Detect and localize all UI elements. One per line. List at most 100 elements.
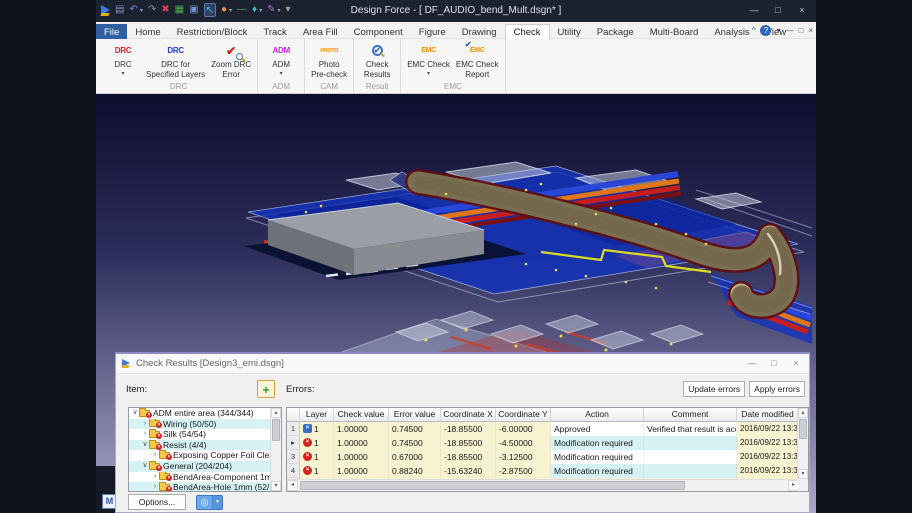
- undo-icon[interactable]: ↶: [129, 3, 137, 17]
- comment-dropdown-icon[interactable]: ▾: [229, 7, 232, 14]
- apply-errors-button[interactable]: Apply errors: [749, 381, 805, 397]
- header-coordinate-x[interactable]: Coordinate X: [441, 408, 496, 422]
- tree-item-wiring[interactable]: › × Wiring (50/50): [129, 419, 270, 430]
- dialog-close-button[interactable]: ×: [785, 354, 807, 372]
- error-row[interactable]: 3 ×1 1.00000 0.67000 -18.85500 -3.12500 …: [287, 450, 799, 464]
- ink-dropdown-icon[interactable]: ▾: [259, 7, 262, 14]
- table-vertical-scrollbar[interactable]: ▴ ▾: [797, 408, 808, 479]
- zoom-drc-error-icon: ✔: [211, 41, 251, 60]
- tree-item-general[interactable]: ∨ × General (204/204): [129, 461, 270, 472]
- cell-comment[interactable]: Verified that result is accepta: [644, 422, 737, 436]
- tree-item-exposing-copper-foil[interactable]: › × Exposing Copper Foil Clear...: [129, 450, 270, 461]
- cell-action[interactable]: Modification required: [551, 436, 644, 450]
- scrollbar-thumb[interactable]: [799, 419, 807, 439]
- scroll-up-icon[interactable]: ▴: [271, 408, 281, 418]
- tree-item-bendarea-hole[interactable]: › × BendArea-Hole 1mm (52/52): [129, 482, 270, 492]
- help-dropdown-icon[interactable]: ▾: [776, 26, 780, 35]
- adm-button[interactable]: ADM ADM ▾: [261, 41, 301, 81]
- delete-error-icon[interactable]: ✖: [161, 3, 169, 17]
- header-coordinate-y[interactable]: Coordinate Y: [496, 408, 551, 422]
- error-row[interactable]: 1 ×1 1.00000 0.74500 -18.85500 -6.00000 …: [287, 422, 799, 436]
- zoom-drc-error-button[interactable]: ✔ Zoom DRC Error: [208, 41, 254, 81]
- chevron-collapsed-icon[interactable]: ›: [151, 472, 159, 483]
- tree-item-adm-entire-area[interactable]: ∨ × ADM entire area (344/344): [129, 408, 270, 419]
- table-horizontal-scrollbar[interactable]: ◂ ▸: [287, 479, 799, 491]
- header-error-value[interactable]: Error value: [389, 408, 441, 422]
- help-icon[interactable]: ?: [760, 25, 771, 36]
- qat-overflow-icon[interactable]: ▾: [286, 3, 291, 17]
- scroll-left-icon[interactable]: ◂: [287, 480, 298, 491]
- chevron-collapsed-icon[interactable]: ›: [151, 450, 159, 461]
- doc-close-button[interactable]: ×: [808, 26, 813, 35]
- ribbon-collapse-icon[interactable]: ^: [752, 26, 756, 35]
- save-icon[interactable]: ▤: [115, 3, 124, 17]
- emc-check-report-button[interactable]: EMC✔ EMC Check Report: [453, 41, 502, 81]
- brush-icon[interactable]: ✎: [267, 3, 275, 17]
- emc-dropdown-icon[interactable]: ▾: [427, 70, 430, 78]
- photo-precheck-button[interactable]: PHOTO Photo Pre-check: [308, 41, 350, 81]
- comment-icon[interactable]: ●: [221, 3, 227, 17]
- window-maximize-button[interactable]: □: [766, 0, 790, 20]
- cell-comment[interactable]: [644, 436, 737, 450]
- emc-check-button[interactable]: EMC EMC Check ▾: [404, 41, 453, 81]
- check-results-button[interactable]: ✔ Check Results: [357, 41, 397, 81]
- scroll-down-icon[interactable]: ▾: [798, 469, 808, 479]
- scrollbar-thumb[interactable]: [300, 481, 685, 490]
- error-row[interactable]: 4 ×1 1.00000 0.88240 -15.63240 -2.87500 …: [287, 464, 799, 478]
- scroll-up-icon[interactable]: ▴: [798, 408, 808, 418]
- chevron-expanded-icon[interactable]: ∨: [131, 408, 139, 419]
- options-button[interactable]: Options...: [128, 494, 186, 510]
- pattern-grid-icon[interactable]: ▦: [175, 3, 184, 17]
- tree-item-bendarea-component[interactable]: › × BendArea-Component 1m...: [129, 472, 270, 483]
- cell-action[interactable]: Modification required: [551, 450, 644, 464]
- zoom-tool-icon[interactable]: ◎: [197, 496, 212, 509]
- update-errors-button[interactable]: Update errors: [683, 381, 745, 397]
- scroll-down-icon[interactable]: ▾: [271, 481, 281, 491]
- cell-comment[interactable]: [644, 464, 737, 478]
- zoom-tool-split-button[interactable]: ◎ ▾: [196, 495, 223, 510]
- brush-dropdown-icon[interactable]: ▾: [278, 7, 281, 14]
- app-logo-icon[interactable]: [101, 5, 110, 15]
- dialog-maximize-button[interactable]: □: [763, 354, 785, 372]
- cell-action[interactable]: Modification required: [551, 464, 644, 478]
- chevron-expanded-icon[interactable]: ∨: [141, 440, 149, 451]
- header-action[interactable]: Action: [551, 408, 644, 422]
- chevron-collapsed-icon[interactable]: ›: [141, 419, 149, 430]
- header-comment[interactable]: Comment: [644, 408, 737, 422]
- cell-error-value: 0.67000: [389, 450, 441, 464]
- scrollbar-thumb[interactable]: [272, 419, 280, 441]
- window-minimize-button[interactable]: —: [742, 0, 766, 20]
- chevron-collapsed-icon[interactable]: ›: [141, 429, 149, 440]
- header-date-modified[interactable]: Date modified: [737, 408, 799, 422]
- zoom-tool-dropdown-icon[interactable]: ▾: [212, 496, 222, 509]
- header-layer[interactable]: Layer: [300, 408, 334, 422]
- redo-icon[interactable]: ↷: [148, 3, 156, 17]
- header-row-selector[interactable]: [287, 408, 300, 422]
- tree-item-resist[interactable]: ∨ × Resist (4/4): [129, 440, 270, 451]
- drc-button[interactable]: DRC DRC ▾: [103, 41, 143, 81]
- chevron-collapsed-icon[interactable]: ›: [151, 482, 159, 492]
- error-status-icon: ×: [303, 452, 312, 461]
- chevron-expanded-icon[interactable]: ∨: [141, 461, 149, 472]
- zoom-window-icon[interactable]: ▣: [189, 3, 198, 17]
- drc-dropdown-icon[interactable]: ▾: [121, 70, 124, 78]
- cell-comment[interactable]: [644, 450, 737, 464]
- drc-specified-layers-button[interactable]: DRC DRC for Specified Layers: [143, 41, 208, 81]
- cell-check-value: 1.00000: [334, 436, 389, 450]
- tree-item-silk[interactable]: › × Silk (54/54): [129, 429, 270, 440]
- error-row-current[interactable]: ▸ ×1 1.00000 0.74500 -18.85500 -4.50000 …: [287, 436, 799, 450]
- undo-dropdown-icon[interactable]: ▾: [140, 7, 143, 14]
- dialog-minimize-button[interactable]: —: [741, 354, 763, 372]
- tree-scrollbar[interactable]: ▴ ▾: [270, 408, 281, 491]
- cell-action[interactable]: Approved: [551, 422, 644, 436]
- window-close-button[interactable]: ×: [790, 0, 814, 20]
- ink-icon[interactable]: ♦: [252, 3, 257, 17]
- select-pointer-icon[interactable]: ↖: [204, 3, 216, 17]
- header-check-value[interactable]: Check value: [334, 408, 389, 422]
- add-item-button[interactable]: +: [257, 380, 275, 398]
- doc-restore-button[interactable]: □: [798, 26, 803, 35]
- adm-dropdown-icon[interactable]: ▾: [280, 70, 283, 78]
- folder-error-icon: ×: [159, 473, 170, 480]
- doc-minimize-button[interactable]: —: [785, 26, 793, 35]
- draw-line-icon[interactable]: ―: [237, 3, 247, 17]
